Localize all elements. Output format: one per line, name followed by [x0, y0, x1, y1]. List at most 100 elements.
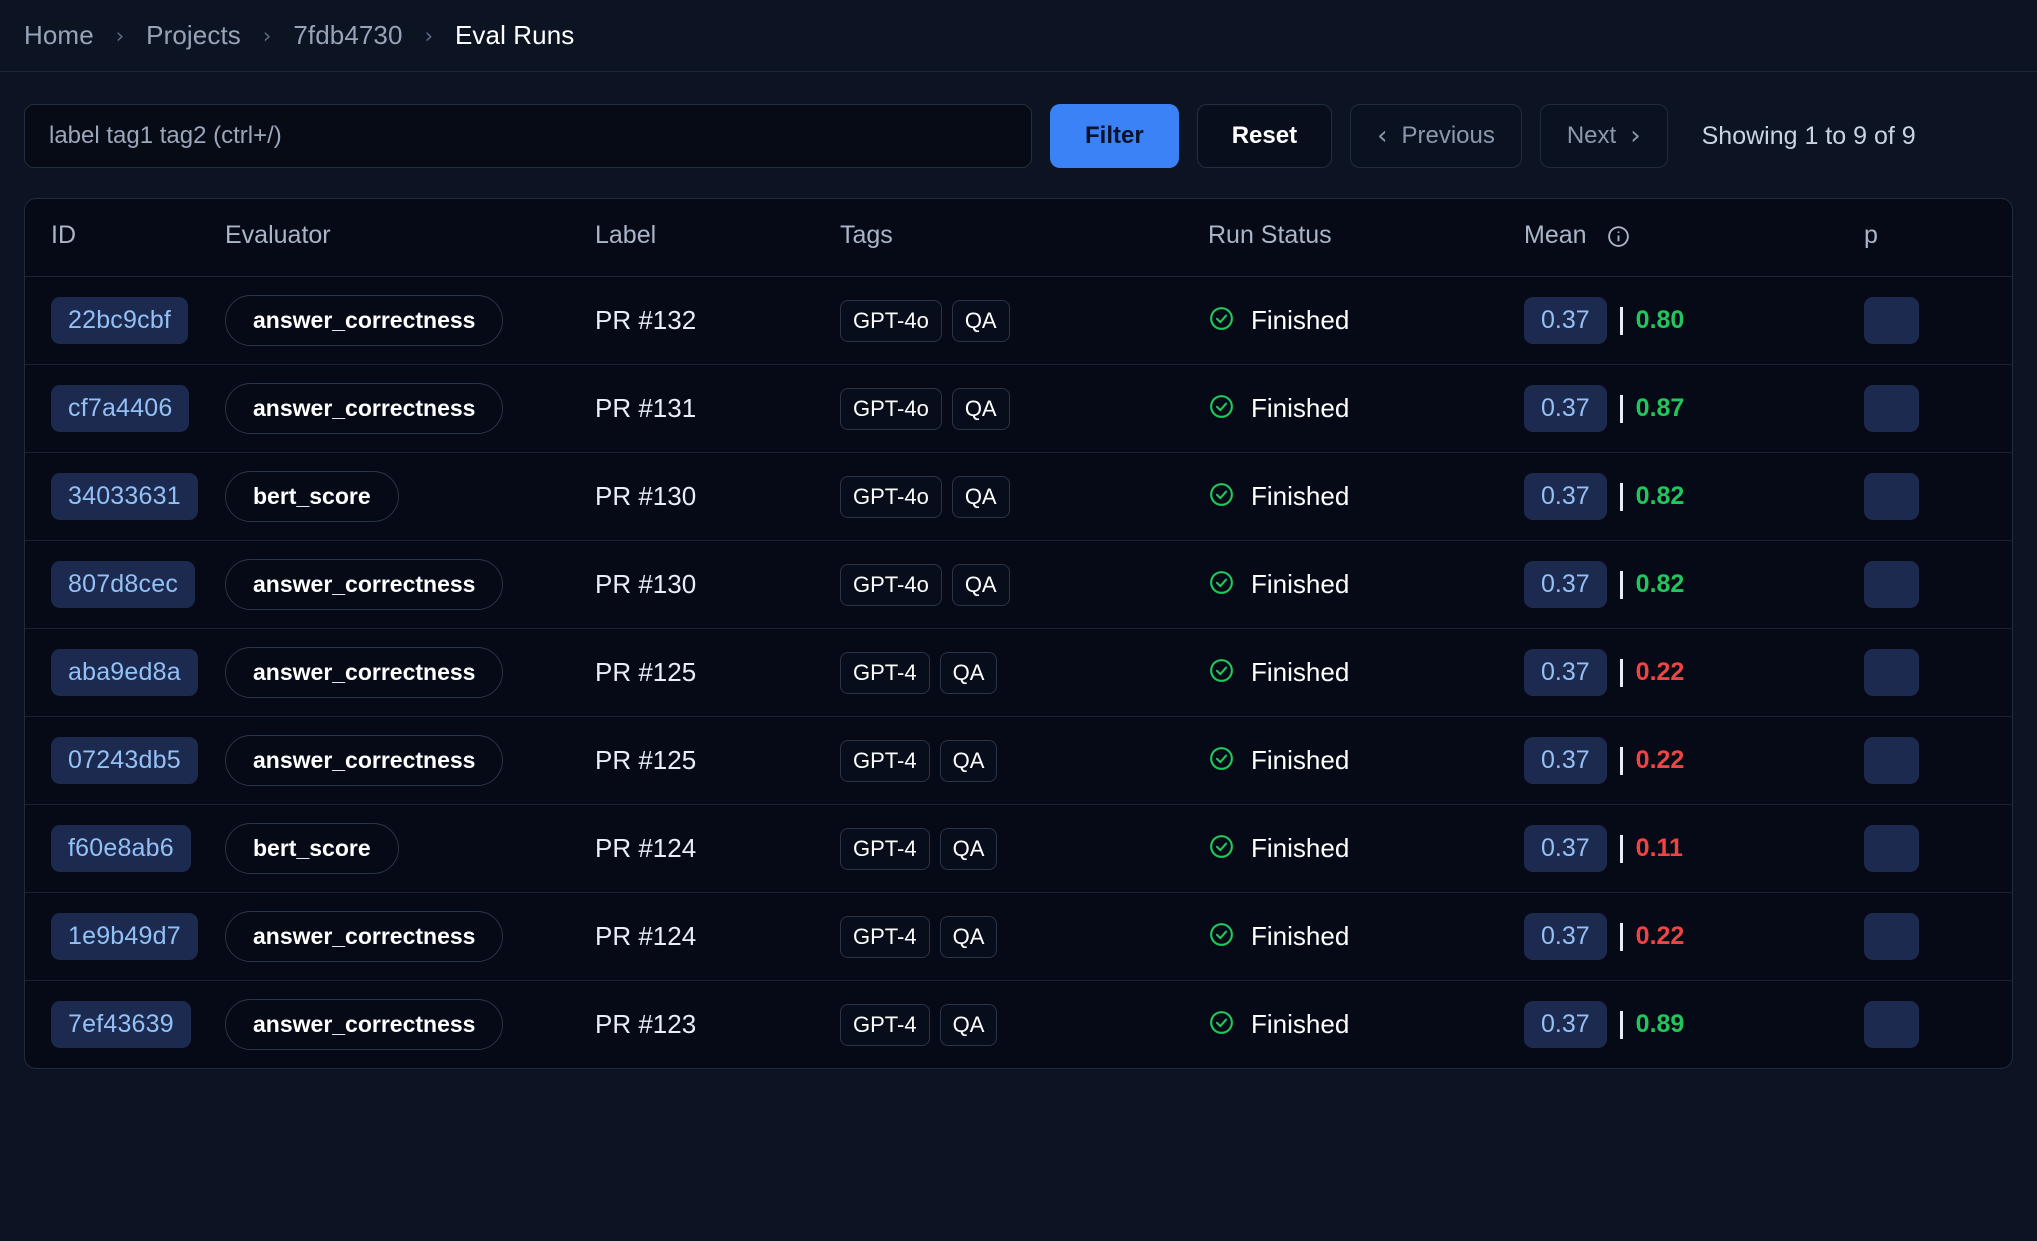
tag-chip[interactable]: GPT-4	[840, 651, 930, 694]
tag-chip[interactable]: GPT-4o	[840, 475, 942, 518]
cell-tags: GPT-4 QA	[840, 892, 1208, 981]
breadcrumb-item-home[interactable]: Home	[24, 20, 94, 51]
tag-chip[interactable]: QA	[939, 915, 998, 958]
evaluator-pill[interactable]: answer_correctness	[225, 647, 504, 698]
tag-chip[interactable]: GPT-4	[840, 1003, 930, 1046]
run-id-badge[interactable]: f60e8ab6	[51, 825, 191, 872]
run-id-badge[interactable]: 07243db5	[51, 737, 198, 784]
evaluator-pill[interactable]: answer_correctness	[225, 999, 504, 1050]
mean-score-value: 0.82	[1635, 570, 1685, 598]
mean-threshold-badge: 0.37	[1524, 1001, 1607, 1048]
mean-value-group: 0.37 0.87	[1524, 385, 1864, 432]
tag-list: GPT-4 QA	[840, 651, 1208, 694]
breadcrumb-item-projects[interactable]: Projects	[146, 20, 241, 51]
cell-p-partial	[1864, 981, 2012, 1069]
cell-evaluator: bert_score	[225, 804, 595, 893]
chevron-left-icon: ‹	[1377, 121, 1388, 151]
tag-chip[interactable]: QA	[939, 739, 998, 782]
evaluator-pill[interactable]: answer_correctness	[225, 383, 504, 434]
mean-value-group: 0.37 0.22	[1524, 737, 1864, 784]
tag-chip[interactable]: GPT-4	[840, 827, 930, 870]
column-header-mean[interactable]: Mean	[1524, 199, 1864, 277]
tag-chip[interactable]: QA	[939, 827, 998, 870]
check-circle-icon	[1208, 569, 1235, 601]
mean-threshold-badge: 0.37	[1524, 385, 1607, 432]
mean-score-value: 0.22	[1635, 746, 1685, 774]
evaluator-pill[interactable]: bert_score	[225, 471, 399, 522]
cell-label: PR #130	[595, 452, 840, 541]
tag-chip[interactable]: QA	[951, 563, 1010, 606]
previous-page-button[interactable]: ‹ Previous	[1350, 104, 1522, 168]
tag-list: GPT-4 QA	[840, 739, 1208, 782]
run-id-badge[interactable]: 34033631	[51, 473, 198, 520]
table-row[interactable]: 7ef43639 answer_correctness PR #123 GPT-4 QA…	[25, 981, 2012, 1069]
cell-evaluator: answer_correctness	[225, 628, 595, 717]
mean-separator	[1619, 394, 1623, 423]
evaluator-pill[interactable]: answer_correctness	[225, 295, 504, 346]
check-circle-icon	[1208, 481, 1235, 513]
table-row[interactable]: cf7a4406 answer_correctness PR #131 GPT-4o Q…	[25, 364, 2012, 453]
mean-separator	[1619, 570, 1623, 599]
tag-chip[interactable]: GPT-4	[840, 739, 930, 782]
cell-run-status: Finished	[1208, 981, 1524, 1069]
evaluator-pill[interactable]: answer_correctness	[225, 911, 504, 962]
run-id-badge[interactable]: 1e9b49d7	[51, 913, 198, 960]
mean-score-value: 0.80	[1635, 306, 1685, 334]
run-id-badge[interactable]: aba9ed8a	[51, 649, 198, 696]
table-row[interactable]: 1e9b49d7 answer_correctness PR #124 GPT-4 QA…	[25, 892, 2012, 981]
mean-value-group: 0.37 0.82	[1524, 561, 1864, 608]
column-header-run-status[interactable]: Run Status	[1208, 199, 1524, 277]
reset-button[interactable]: Reset	[1196, 104, 1333, 168]
tag-chip[interactable]: QA	[951, 475, 1010, 518]
status-badge: Finished	[1208, 481, 1524, 513]
table-row[interactable]: 22bc9cbf answer_correctness PR #132 GPT-4o Q…	[25, 276, 2012, 365]
eval-runs-table: ID Evaluator Label Tags Run Status Mean	[25, 199, 2012, 1069]
run-id-badge[interactable]: cf7a4406	[51, 385, 190, 432]
run-label: PR #130	[595, 481, 697, 511]
column-header-evaluator[interactable]: Evaluator	[225, 199, 595, 277]
search-input[interactable]	[24, 104, 1032, 168]
check-circle-icon	[1208, 745, 1235, 777]
table-body: 22bc9cbf answer_correctness PR #132 GPT-4o Q…	[25, 276, 2012, 1069]
info-icon[interactable]	[1606, 224, 1631, 249]
run-id-badge[interactable]: 22bc9cbf	[51, 297, 189, 344]
column-header-id[interactable]: ID	[25, 199, 225, 277]
evaluator-pill[interactable]: bert_score	[225, 823, 399, 874]
filter-button[interactable]: Filter	[1050, 104, 1179, 168]
tag-chip[interactable]: GPT-4o	[840, 563, 942, 606]
column-header-label[interactable]: Label	[595, 199, 840, 277]
run-id-badge[interactable]: 807d8cec	[51, 561, 196, 608]
cell-mean: 0.37 0.22	[1524, 892, 1864, 981]
evaluator-pill[interactable]: answer_correctness	[225, 735, 504, 786]
tag-chip[interactable]: QA	[939, 651, 998, 694]
breadcrumb-item-7fdb4730[interactable]: 7fdb4730	[293, 20, 402, 51]
p-partial-badge	[1864, 913, 1919, 960]
column-header-p-partial[interactable]: p	[1864, 199, 2012, 277]
tag-chip[interactable]: QA	[951, 299, 1010, 342]
table-row[interactable]: 07243db5 answer_correctness PR #125 GPT-4 QA…	[25, 716, 2012, 805]
cell-mean: 0.37 0.87	[1524, 364, 1864, 453]
cell-id: 7ef43639	[25, 981, 225, 1069]
run-id-badge[interactable]: 7ef43639	[51, 1001, 191, 1048]
cell-tags: GPT-4 QA	[840, 716, 1208, 805]
tag-chip[interactable]: QA	[939, 1003, 998, 1046]
run-label: PR #125	[595, 657, 697, 687]
next-page-button[interactable]: Next ›	[1539, 104, 1668, 168]
table-row[interactable]: 807d8cec answer_correctness PR #130 GPT-4o Q…	[25, 540, 2012, 629]
column-header-tags[interactable]: Tags	[840, 199, 1208, 277]
chevron-right-icon: ›	[1630, 121, 1641, 151]
tag-chip[interactable]: GPT-4o	[840, 387, 942, 430]
breadcrumb: Home › Projects › 7fdb4730 › Eval Runs	[0, 0, 2037, 72]
tag-chip[interactable]: QA	[951, 387, 1010, 430]
tag-chip[interactable]: GPT-4o	[840, 299, 942, 342]
cell-id: cf7a4406	[25, 364, 225, 453]
table-row[interactable]: aba9ed8a answer_correctness PR #125 GPT-4 QA…	[25, 628, 2012, 717]
evaluator-pill[interactable]: answer_correctness	[225, 559, 504, 610]
table-row[interactable]: f60e8ab6 bert_score PR #124 GPT-4 QA Finished…	[25, 804, 2012, 893]
table-header-row: ID Evaluator Label Tags Run Status Mean	[25, 199, 2012, 277]
mean-threshold-badge: 0.37	[1524, 297, 1607, 344]
cell-tags: GPT-4o QA	[840, 364, 1208, 453]
tag-chip[interactable]: GPT-4	[840, 915, 930, 958]
status-text: Finished	[1251, 921, 1350, 951]
table-row[interactable]: 34033631 bert_score PR #130 GPT-4o QA Finishe…	[25, 452, 2012, 541]
